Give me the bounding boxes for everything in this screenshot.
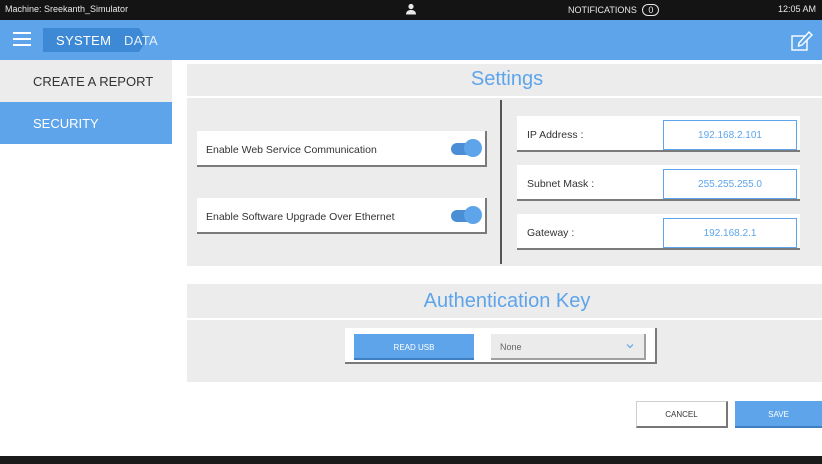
software-upgrade-label: Enable Software Upgrade Over Ethernet — [206, 211, 395, 223]
settings-divider — [500, 100, 502, 264]
web-service-toggle[interactable] — [451, 139, 482, 157]
gateway-label: Gateway : — [527, 227, 575, 239]
sidebar: CREATE A REPORT SECURITY — [0, 60, 172, 144]
auth-key-title: Authentication Key — [187, 284, 822, 318]
auth-key-select[interactable]: None — [491, 334, 646, 360]
tab-system-label: SYSTEM — [56, 33, 112, 48]
subnet-mask-label: Subnet Mask : — [527, 178, 595, 190]
web-service-label: Enable Web Service Communication — [206, 144, 377, 156]
ip-address-field[interactable]: 192.168.2.101 — [663, 120, 797, 150]
software-upgrade-toggle-row: Enable Software Upgrade Over Ethernet — [197, 198, 487, 234]
user-icon[interactable] — [404, 2, 418, 16]
ip-address-row: IP Address : 192.168.2.101 — [517, 116, 800, 152]
clock: 12:05 AM — [777, 4, 816, 14]
sidebar-item-create-report[interactable]: CREATE A REPORT — [0, 60, 172, 102]
chevron-down-icon — [626, 344, 634, 349]
top-nav: SYSTEM DATA — [0, 20, 822, 60]
status-bar: Machine: Sreekanth_Simulator NOTIFICATIO… — [0, 0, 822, 20]
save-button[interactable]: SAVE — [735, 401, 822, 428]
ip-address-label: IP Address : — [527, 129, 584, 141]
read-usb-button[interactable]: READ USB — [354, 334, 474, 360]
gateway-row: Gateway : 192.168.2.1 — [517, 214, 800, 250]
cancel-button[interactable]: CANCEL — [636, 401, 728, 428]
machine-name: Machine: Sreekanth_Simulator — [5, 4, 129, 14]
gateway-field[interactable]: 192.168.2.1 — [663, 218, 797, 248]
notifications-label: NOTIFICATIONS — [568, 5, 637, 15]
tab-data[interactable]: DATA — [124, 33, 158, 48]
subnet-mask-field[interactable]: 255.255.255.0 — [663, 169, 797, 199]
edit-icon[interactable] — [790, 28, 814, 52]
sidebar-item-security[interactable]: SECURITY — [0, 102, 172, 144]
hamburger-icon[interactable] — [13, 32, 31, 46]
settings-title: Settings — [187, 64, 822, 96]
subnet-mask-row: Subnet Mask : 255.255.255.0 — [517, 165, 800, 201]
auth-key-select-value: None — [500, 342, 522, 352]
software-upgrade-toggle[interactable] — [451, 206, 482, 224]
notifications-indicator[interactable]: NOTIFICATIONS 0 — [568, 4, 660, 16]
footer-bar — [0, 456, 822, 464]
web-service-toggle-row: Enable Web Service Communication — [197, 131, 487, 167]
notifications-count: 0 — [642, 4, 660, 16]
